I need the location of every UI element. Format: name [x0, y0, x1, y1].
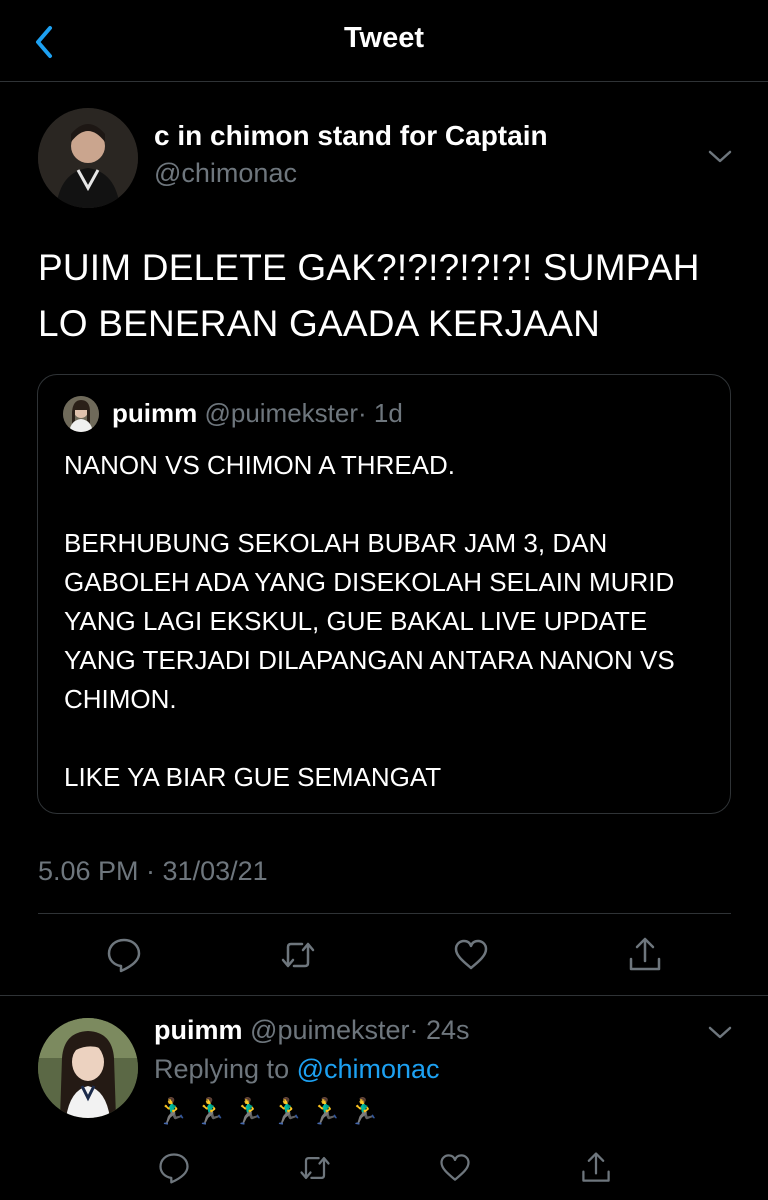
tweet-timestamp: 5.06 PM · 31/03/21: [38, 856, 268, 886]
chevron-down-icon[interactable]: [704, 140, 736, 172]
reply-icon[interactable]: [156, 1150, 192, 1186]
like-icon[interactable]: [437, 1150, 473, 1186]
reply-author-name[interactable]: puimm: [154, 1015, 243, 1045]
replying-to: Replying to @chimonac: [154, 1054, 440, 1085]
like-icon[interactable]: [451, 935, 491, 975]
author-handle[interactable]: @chimonac: [154, 158, 297, 189]
quoted-avatar: [63, 396, 99, 432]
replying-to-link[interactable]: @chimonac: [297, 1054, 440, 1084]
chevron-down-icon[interactable]: [704, 1016, 736, 1048]
quoted-text: NANON VS CHIMON A THREAD. BERHUBUNG SEKO…: [64, 450, 675, 792]
quoted-meta: puimm @puimekster· 1d: [112, 398, 403, 429]
page-title: Tweet: [343, 22, 425, 54]
share-icon[interactable]: [625, 935, 665, 975]
reply-avatar[interactable]: [38, 1018, 138, 1118]
reply-author-handle[interactable]: @puimekster: [250, 1015, 409, 1045]
quoted-age: · 1d: [358, 398, 403, 428]
quoted-author-handle: @puimekster: [204, 398, 359, 428]
divider: [38, 913, 731, 914]
retweet-icon[interactable]: [297, 1150, 333, 1186]
quoted-author-name: puimm: [112, 398, 198, 428]
reply-icon[interactable]: [104, 935, 144, 975]
reply-meta: puimm @puimekster· 24s: [154, 1015, 470, 1046]
reply-text: 🏃‍♂️🏃‍♂️🏃‍♂️🏃‍♂️🏃‍♂️🏃‍♂️: [156, 1096, 387, 1126]
author-name[interactable]: c in chimon stand for Captain: [154, 120, 548, 152]
retweet-icon[interactable]: [278, 935, 318, 975]
share-icon[interactable]: [578, 1150, 614, 1186]
avatar[interactable]: [38, 108, 138, 208]
reply-age: · 24s: [409, 1015, 470, 1045]
divider: [0, 995, 768, 996]
tweet-text: PUIM DELETE GAK?!?!?!?!?! SUMPAH LO BENE…: [38, 247, 700, 344]
replying-to-prefix: Replying to: [154, 1054, 297, 1084]
